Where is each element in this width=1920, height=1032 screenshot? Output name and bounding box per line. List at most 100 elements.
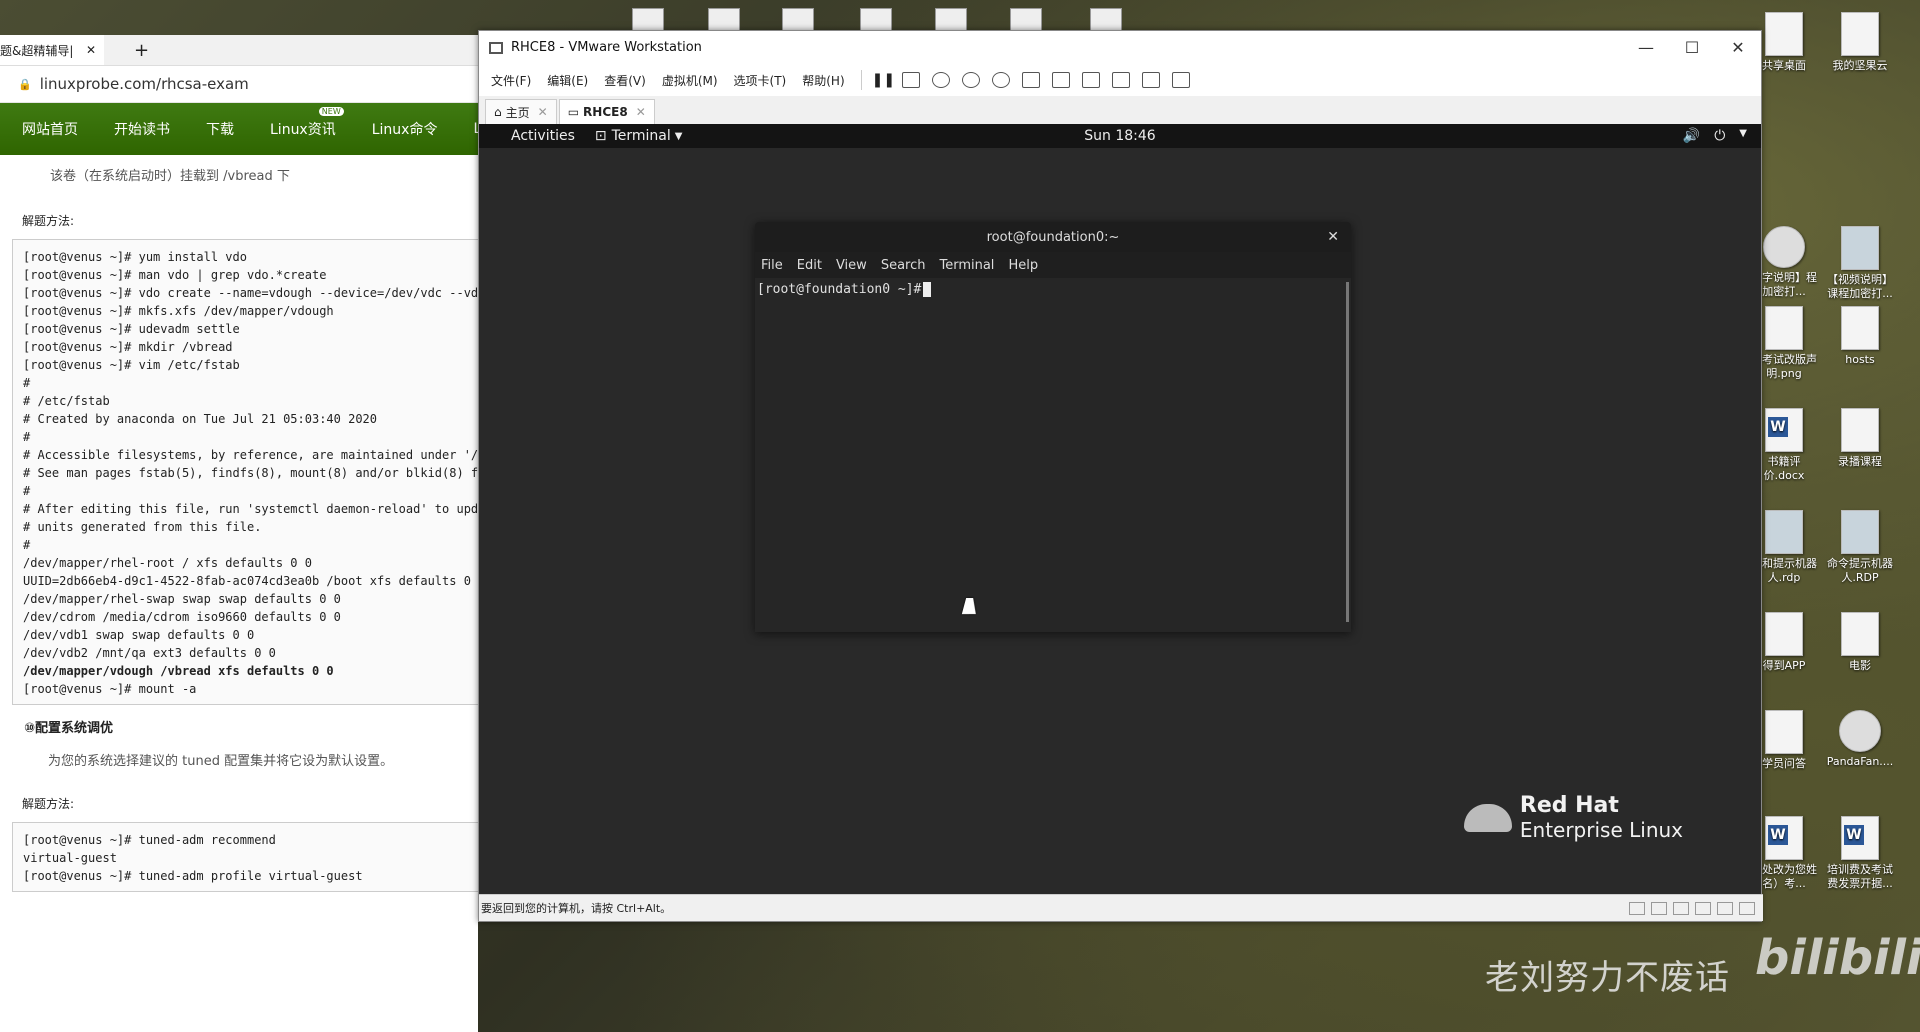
stretch-icon[interactable] bbox=[1171, 72, 1190, 88]
display-icon[interactable] bbox=[1739, 901, 1755, 915]
vmware-titlebar: RHCE8 - VMware Workstation — ☐ ✕ bbox=[479, 31, 1761, 64]
desktop-file-icon[interactable] bbox=[782, 8, 814, 32]
scrollbar[interactable] bbox=[1346, 282, 1349, 622]
app-menu[interactable]: ⊡ Terminal ▼ bbox=[595, 128, 683, 144]
nav-item-news[interactable]: Linux资讯 NEW bbox=[248, 107, 350, 139]
menu-terminal[interactable]: Terminal bbox=[939, 258, 994, 273]
pause-icon[interactable]: ❚❚ bbox=[872, 72, 895, 88]
word-document-icon bbox=[1841, 816, 1879, 860]
nav-item-commands[interactable]: Linux命令 bbox=[350, 119, 452, 139]
close-icon[interactable]: ✕ bbox=[538, 105, 548, 119]
menu-edit[interactable]: 编辑(E) bbox=[547, 72, 588, 89]
desktop-icon[interactable]: 我的坚果云 bbox=[1824, 12, 1896, 73]
section-title: ⑩配置系统调优 bbox=[24, 721, 114, 736]
text-cursor bbox=[923, 282, 932, 297]
desktop-icon[interactable]: 录播课程 bbox=[1824, 408, 1896, 469]
nav-item-home[interactable]: 网站首页 bbox=[0, 119, 92, 139]
close-icon[interactable]: ✕ bbox=[1715, 38, 1761, 57]
power-icon[interactable]: ⏻ bbox=[1714, 128, 1725, 144]
nav-item-more[interactable]: Linux= bbox=[451, 121, 478, 137]
nav-item-download[interactable]: 下载 bbox=[184, 119, 248, 139]
snapshot-icon[interactable] bbox=[931, 72, 950, 88]
terminal-icon: ⊡ bbox=[594, 128, 607, 144]
code-line: [root@venus ~]# mkfs.xfs /dev/mapper/vdo… bbox=[23, 304, 334, 318]
send-keys-icon[interactable] bbox=[901, 72, 920, 88]
volume-icon[interactable]: 🔊 bbox=[1683, 128, 1700, 144]
code-line: # bbox=[23, 376, 31, 390]
menu-help[interactable]: Help bbox=[1008, 258, 1038, 273]
desktop-file-icon[interactable] bbox=[1090, 8, 1122, 32]
snapshot-manager-icon[interactable] bbox=[991, 72, 1010, 88]
desktop-icon[interactable]: 【视频说明】课程加密打... bbox=[1824, 226, 1896, 301]
menu-file[interactable]: File bbox=[761, 258, 783, 273]
nav-item-read[interactable]: 开始读书 bbox=[92, 119, 184, 139]
code-line: # See man pages fstab(5), findfs(8), mou… bbox=[23, 466, 478, 480]
menu-view[interactable]: 查看(V) bbox=[604, 72, 646, 89]
terminal-output[interactable]: [root@foundation0 ~]# bbox=[755, 278, 1351, 626]
file-icon bbox=[1841, 306, 1879, 350]
desktop-icon[interactable]: PandaFan.... bbox=[1824, 710, 1896, 769]
menu-vm[interactable]: 虚拟机(M) bbox=[662, 72, 718, 89]
menu-file[interactable]: 文件(F) bbox=[491, 72, 531, 89]
vm-icon: ▭ bbox=[567, 105, 580, 119]
desktop-icon-label: 我的坚果云 bbox=[1832, 59, 1888, 72]
revert-snapshot-icon[interactable] bbox=[961, 72, 980, 88]
console-icon[interactable] bbox=[1141, 72, 1160, 88]
tab-rhce8[interactable]: ▭ RHCE8 ✕ bbox=[558, 99, 655, 124]
code-line: [root@venus ~]# udevadm settle bbox=[23, 322, 240, 336]
tab-label: 主页 bbox=[505, 105, 530, 120]
file-icon bbox=[1839, 710, 1881, 752]
tab-home[interactable]: ⌂ 主页 ✕ bbox=[485, 99, 557, 124]
minimize-icon[interactable]: — bbox=[1623, 38, 1669, 57]
menu-search[interactable]: Search bbox=[881, 258, 926, 273]
close-icon[interactable]: ✕ bbox=[1327, 229, 1339, 245]
desktop-icon[interactable]: 命令提示机器人.RDP bbox=[1824, 510, 1896, 585]
library-icon[interactable] bbox=[1021, 72, 1040, 88]
desktop-file-icon[interactable] bbox=[632, 8, 664, 32]
file-icon bbox=[1765, 306, 1803, 350]
code-line: [root@venus ~]# man vdo | grep vdo.*crea… bbox=[23, 268, 327, 282]
new-tab-icon[interactable]: + bbox=[134, 40, 149, 61]
menu-view[interactable]: View bbox=[836, 258, 867, 273]
unity-icon[interactable] bbox=[1111, 72, 1130, 88]
desktop-icon[interactable]: 培训费及考试费发票开据... bbox=[1824, 816, 1896, 891]
url-text: linuxprobe.com/rhcsa-exam bbox=[39, 75, 249, 93]
desktop-icon[interactable]: 电影 bbox=[1824, 612, 1896, 673]
menu-tabs[interactable]: 选项卡(T) bbox=[734, 72, 787, 89]
code-line: [root@venus ~]# mkdir /vbread bbox=[23, 340, 233, 354]
terminal-title: root@foundation0:~ bbox=[986, 229, 1120, 245]
terminal-window[interactable]: root@foundation0:~ ✕ File Edit View Sear… bbox=[755, 222, 1351, 632]
redhat-hat-icon bbox=[1463, 804, 1512, 832]
sound-icon[interactable] bbox=[1717, 901, 1733, 915]
code-line: # /etc/fstab bbox=[23, 394, 110, 408]
menu-help[interactable]: 帮助(H) bbox=[802, 72, 844, 89]
browser-tab[interactable]: 题&超精辅导| ✕ bbox=[0, 35, 104, 65]
home-icon: ⌂ bbox=[494, 105, 502, 119]
logo-line2: Enterprise Linux bbox=[1519, 818, 1683, 842]
close-icon[interactable]: ✕ bbox=[636, 105, 646, 119]
maximize-icon[interactable]: ☐ bbox=[1669, 38, 1715, 57]
usb-icon[interactable] bbox=[1695, 901, 1711, 915]
address-bar[interactable]: 🔒 linuxprobe.com/rhcsa-exam bbox=[0, 66, 478, 103]
fullscreen-icon[interactable] bbox=[1081, 72, 1100, 88]
menu-edit[interactable]: Edit bbox=[797, 258, 822, 273]
desktop-file-icon[interactable] bbox=[1010, 8, 1042, 32]
activities-button[interactable]: Activities bbox=[479, 128, 575, 144]
code-line: # bbox=[23, 538, 31, 552]
desktop-icon[interactable]: hosts bbox=[1824, 306, 1896, 367]
desktop-file-icon[interactable] bbox=[708, 8, 740, 32]
chevron-down-icon[interactable]: ▼ bbox=[1739, 128, 1747, 144]
bilibili-logo: bilibili bbox=[1755, 930, 1920, 986]
terminal-menubar: File Edit View Search Terminal Help bbox=[755, 252, 1351, 278]
hdd-icon[interactable] bbox=[1629, 901, 1645, 915]
guest-screen[interactable]: Activities ⊡ Terminal ▼ Sun 18:46 🔊 ⏻ ▼ … bbox=[479, 124, 1761, 894]
desktop-file-icon[interactable] bbox=[860, 8, 892, 32]
file-icon bbox=[1765, 510, 1803, 554]
logo-line1: Red Hat bbox=[1519, 793, 1619, 818]
network-icon[interactable] bbox=[1651, 901, 1667, 915]
thumbnail-icon[interactable] bbox=[1051, 72, 1070, 88]
cdrom-icon[interactable] bbox=[1673, 901, 1689, 915]
desktop-file-icon[interactable] bbox=[935, 8, 967, 32]
close-icon[interactable]: ✕ bbox=[86, 43, 96, 57]
file-icon bbox=[1841, 612, 1879, 656]
